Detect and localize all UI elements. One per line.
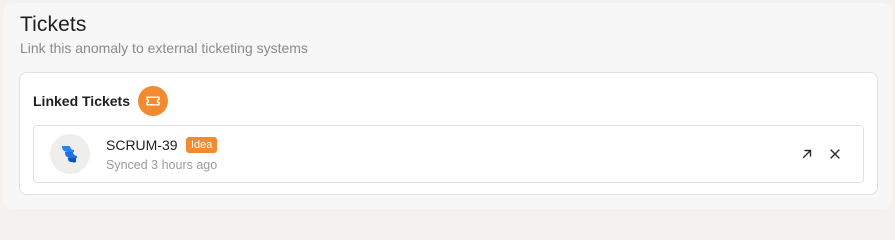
close-icon [830,149,840,159]
linked-tickets-card: Linked Tickets SCRUM-39 Idea Synced 3 ho… [19,72,878,195]
linked-ticket-row[interactable]: SCRUM-39 Idea Synced 3 hours ago [33,125,864,183]
arrow-up-right-icon [802,149,812,159]
sync-status: Synced 3 hours ago [106,158,218,172]
open-ticket-button[interactable] [798,145,816,163]
ticket-id[interactable]: SCRUM-39 [106,136,178,154]
ticket-type-badge: Idea [186,137,218,153]
ticket-icon [138,86,169,116]
unlink-ticket-button[interactable] [826,145,844,163]
linked-tickets-header: Linked Tickets [33,86,169,116]
linked-tickets-title: Linked Tickets [33,93,131,109]
jira-icon [50,134,90,174]
section-title: Tickets [20,13,87,36]
section-subtitle: Link this anomaly to external ticketing … [20,40,308,56]
tickets-panel: Tickets Link this anomaly to external ti… [3,3,892,209]
